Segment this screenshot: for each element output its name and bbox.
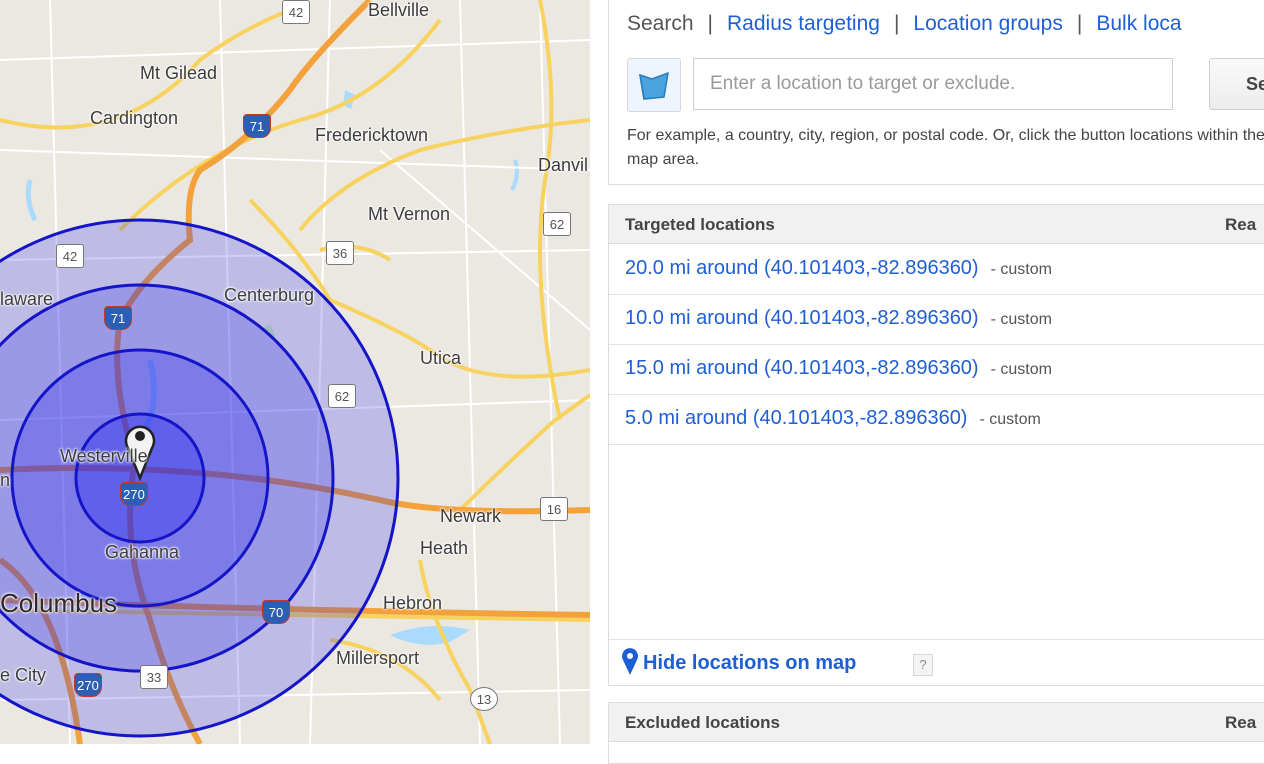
hide-locations-link[interactable]: Hide locations on map [643,652,856,675]
map-label-hebron: Hebron [383,593,443,613]
route-shield-13: 13 [470,687,498,711]
targeted-locations-header: Targeted locations [625,215,775,234]
route-shield-42: 42 [282,0,310,24]
tab-radius-targeting[interactable]: Radius targeting [727,12,880,35]
map-label-gahanna: Gahanna [105,542,180,562]
location-link[interactable]: 10.0 mi around (40.101403,-82.896360) - c… [625,307,1052,330]
location-link[interactable]: 15.0 mi around (40.101403,-82.896360) - c… [625,357,1052,380]
location-search-input[interactable] [693,58,1173,110]
map-label-delaware: laware [0,289,54,309]
search-button[interactable]: Se [1209,58,1264,110]
map-label-columbus: Columbus [0,588,118,618]
interstate-shield-270-south: 270 [74,673,102,697]
map-label-heath: Heath [420,538,469,558]
map-marker-icon [622,648,638,675]
map-label-millersport: Millersport [336,648,420,668]
map-label-bellville: Bellville [368,0,430,20]
route-shield-62: 62 [543,212,571,236]
map-area-button[interactable] [627,58,681,112]
interstate-shield-71-mid: 71 [104,306,132,330]
table-row: 10.0 mi around (40.101403,-82.896360) - c… [609,294,1264,345]
table-row: 15.0 mi around (40.101403,-82.896360) - c… [609,344,1264,395]
tab-separator: | [707,12,714,35]
map-label-newark: Newark [440,506,502,526]
map-label-cardington: Cardington [90,108,179,128]
reach-column-header: Rea [1225,215,1257,234]
tab-location-groups[interactable]: Location groups [913,12,1062,35]
tab-search[interactable]: Search [627,12,694,35]
map-label-fredericktown: Fredericktown [315,125,429,145]
tab-separator: | [1076,12,1083,35]
map-area-icon [639,71,669,100]
location-tabs: Search | Radius targeting | Location groups |… [627,12,1182,36]
location-type-tag: - custom [990,261,1052,278]
table-header: Targeted locations Rea [609,205,1264,244]
location-type-tag: - custom [979,411,1041,428]
map-label-danville: Danvil [538,155,589,175]
route-shield-42-mid: 42 [56,244,84,268]
route-shield-16: 16 [540,497,568,521]
table-row: 20.0 mi around (40.101403,-82.896360) - c… [609,244,1264,295]
location-type-tag: - custom [990,361,1052,378]
location-panel: Search | Radius targeting | Location groups |… [608,0,1264,764]
location-type-tag: - custom [990,311,1052,328]
location-search-box: Search | Radius targeting | Location groups |… [608,0,1264,185]
interstate-shield-270: 270 [120,482,148,506]
table-header: Excluded locations Rea [609,703,1264,742]
map-view[interactable]: Bellville Mt Gilead Cardington Frederick… [0,0,590,744]
location-link[interactable]: 5.0 mi around (40.101403,-82.896360) - cu… [625,407,1041,430]
route-shield-33: 33 [140,665,168,689]
interstate-shield-70: 70 [262,600,290,624]
tab-bulk-locations[interactable]: Bulk loca [1096,12,1181,35]
reach-column-header: Rea [1225,713,1257,732]
search-hint: For example, a country, city, region, or… [627,127,1264,168]
map-label-westerville: Westerville [60,446,148,466]
route-shield-62-mid: 62 [328,384,356,408]
table-row: 5.0 mi around (40.101403,-82.896360) - cu… [609,394,1264,445]
excluded-locations-table: Excluded locations Rea [608,702,1264,764]
tab-separator: | [893,12,900,35]
map-label-centerburg: Centerburg [224,285,315,305]
location-link[interactable]: 20.0 mi around (40.101403,-82.896360) - c… [625,257,1052,280]
route-shield-36: 36 [326,241,354,265]
map-canvas [0,0,590,744]
help-icon[interactable]: ? [913,654,933,676]
map-label-grove-city: e City [0,665,47,685]
excluded-locations-header: Excluded locations [625,713,780,732]
map-label-mt-gilead: Mt Gilead [140,63,218,83]
map-label-mt-vernon: Mt Vernon [368,204,451,224]
map-label-utica: Utica [420,348,462,368]
hide-locations-row: Hide locations on map ? [609,639,1264,686]
targeted-locations-table: Targeted locations Rea 20.0 mi around (4… [608,204,1264,686]
map-label-edge-n: n [0,470,11,490]
interstate-shield-71: 71 [243,114,271,138]
